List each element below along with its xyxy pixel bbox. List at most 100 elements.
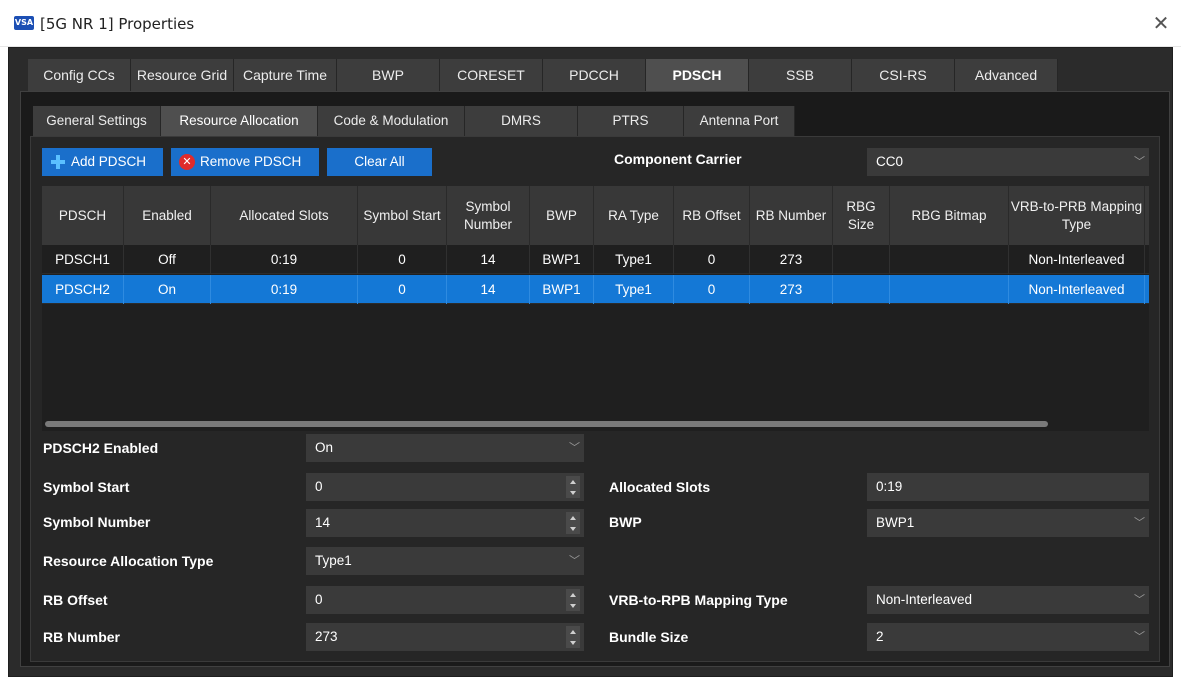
tab-config-ccs[interactable]: Config CCs [28, 59, 131, 91]
component-carrier-select[interactable]: CC0 ﹀ [867, 148, 1149, 176]
bwp-value: BWP1 [876, 515, 915, 530]
tab-code-modulation[interactable]: Code & Modulation [318, 106, 465, 136]
tab-capture-time[interactable]: Capture Time [234, 59, 337, 91]
column-header[interactable]: Symbol Number [447, 186, 530, 245]
table-cell: Type1 [594, 275, 674, 304]
spin-arrows-icon[interactable] [566, 626, 580, 648]
table-cell: 0 [674, 275, 750, 304]
tab-pdsch[interactable]: PDSCH [646, 59, 749, 91]
tab-ssb[interactable]: SSB [749, 59, 852, 91]
rb-offset-label: RB Offset [43, 592, 108, 608]
remove-icon: ✕ [179, 154, 195, 170]
allocated-slots-label: Allocated Slots [609, 479, 711, 495]
table-cell: 0 [358, 275, 447, 304]
tab-coreset[interactable]: CORESET [440, 59, 543, 91]
symbol-start-label: Symbol Start [43, 479, 130, 495]
table-cell: Non-Interleaved [1009, 275, 1145, 304]
pdsch-enabled-label: PDSCH2 Enabled [43, 440, 159, 456]
table-cell: 0 [674, 245, 750, 274]
symbol-number-label: Symbol Number [43, 514, 151, 530]
column-header[interactable]: Enabled [124, 186, 211, 245]
table-cell [890, 245, 1009, 274]
table-cell: BWP1 [530, 245, 594, 274]
table-cell: Off [124, 245, 211, 274]
clear-all-button[interactable]: Clear All [327, 148, 432, 176]
column-header[interactable]: RA Type [594, 186, 674, 245]
table-cell: 273 [750, 275, 833, 304]
bwp-label: BWP [609, 514, 642, 530]
symbol-number-value: 14 [315, 515, 331, 530]
table-cell: 0 [358, 245, 447, 274]
symbol-number-spinbox[interactable]: 14 [306, 509, 584, 537]
bundle-size-select[interactable]: 2 ﹀ [867, 623, 1149, 651]
table-cell [833, 245, 890, 274]
chevron-down-icon: ﹀ [1134, 516, 1145, 529]
resource-allocation-type-select[interactable]: Type1 ﹀ [306, 547, 584, 575]
rb-number-label: RB Number [43, 629, 121, 645]
component-carrier-value: CC0 [876, 154, 904, 169]
tab-resource-allocation[interactable]: Resource Allocation [161, 106, 318, 136]
rb-number-value: 273 [315, 629, 338, 644]
spin-arrows-icon[interactable] [566, 512, 580, 534]
table-cell: Non-Interleaved [1009, 245, 1145, 274]
bwp-select[interactable]: BWP1 ﹀ [867, 509, 1149, 537]
tab-advanced[interactable]: Advanced [955, 59, 1058, 91]
add-pdsch-label: Add PDSCH [71, 154, 147, 169]
table-cell: 14 [447, 275, 530, 304]
column-header[interactable]: RB Number [750, 186, 833, 245]
chevron-down-icon: ﹀ [569, 554, 580, 567]
chevron-down-icon: ﹀ [1134, 155, 1145, 168]
tab-antenna-port[interactable]: Antenna Port [684, 106, 795, 136]
add-pdsch-button[interactable]: Add PDSCH [42, 148, 163, 176]
resource-allocation-type-value: Type1 [315, 553, 352, 568]
clear-all-label: Clear All [354, 154, 405, 169]
bundle-size-label: Bundle Size [609, 629, 689, 645]
symbol-start-value: 0 [315, 479, 323, 494]
remove-pdsch-label: Remove PDSCH [200, 154, 302, 169]
column-header[interactable]: BWP [530, 186, 594, 245]
allocated-slots-field[interactable]: 0:19 [867, 473, 1149, 501]
column-header[interactable]: RBG Bitmap [890, 186, 1009, 245]
column-header[interactable]: Symbol Start [358, 186, 447, 245]
chevron-down-icon: ﹀ [1134, 630, 1145, 643]
pdsch-enabled-select[interactable]: On ﹀ [306, 434, 584, 462]
column-header[interactable]: VRB-to-PRB Mapping Type [1009, 186, 1145, 245]
table-cell: BWP1 [530, 275, 594, 304]
table-cell: 0:19 [211, 245, 358, 274]
column-header[interactable]: Allocated Slots [211, 186, 358, 245]
tab-bwp[interactable]: BWP [337, 59, 440, 91]
tab-general-settings[interactable]: General Settings [33, 106, 161, 136]
rb-offset-spinbox[interactable]: 0 [306, 586, 584, 614]
tab-dmrs[interactable]: DMRS [465, 106, 578, 136]
tab-resource-grid[interactable]: Resource Grid [131, 59, 234, 91]
tab-pdcch[interactable]: PDCCH [543, 59, 646, 91]
spin-arrows-icon[interactable] [566, 476, 580, 498]
chevron-down-icon: ﹀ [1134, 593, 1145, 606]
tab-csi-rs[interactable]: CSI-RS [852, 59, 955, 91]
table-cell [833, 275, 890, 304]
spin-arrows-icon[interactable] [566, 589, 580, 611]
remove-pdsch-button[interactable]: ✕ Remove PDSCH [171, 148, 319, 176]
vrb-mapping-type-select[interactable]: Non-Interleaved ﹀ [867, 586, 1149, 614]
rb-number-spinbox[interactable]: 273 [306, 623, 584, 651]
close-button[interactable]: ✕ [1149, 12, 1173, 36]
table-cell: Type1 [594, 245, 674, 274]
column-header[interactable]: RBG Size [833, 186, 890, 245]
symbol-start-spinbox[interactable]: 0 [306, 473, 584, 501]
chevron-down-icon: ﹀ [569, 441, 580, 454]
table-row[interactable]: PDSCH1 Off 0:19 0 14 BWP1 Type1 0 273 No… [42, 245, 1149, 274]
table-cell: 273 [750, 245, 833, 274]
pdsch-enabled-value: On [315, 440, 334, 455]
column-header[interactable]: RB Offset [674, 186, 750, 245]
rb-offset-value: 0 [315, 592, 323, 607]
tab-ptrs[interactable]: PTRS [578, 106, 684, 136]
pdsch-table: PDSCH Enabled Allocated Slots Symbol Sta… [42, 186, 1149, 431]
resource-allocation-type-label: Resource Allocation Type [43, 553, 214, 569]
table-header: PDSCH Enabled Allocated Slots Symbol Sta… [42, 186, 1149, 245]
column-header[interactable]: PDSCH [42, 186, 124, 245]
horizontal-scrollbar[interactable] [45, 421, 1048, 427]
component-carrier-label: Component Carrier [614, 151, 742, 167]
table-row-selected[interactable]: PDSCH2 On 0:19 0 14 BWP1 Type1 0 273 Non… [42, 275, 1149, 304]
main-tab-bar: Config CCs Resource Grid Capture Time BW… [28, 59, 1058, 91]
table-cell: 14 [447, 245, 530, 274]
